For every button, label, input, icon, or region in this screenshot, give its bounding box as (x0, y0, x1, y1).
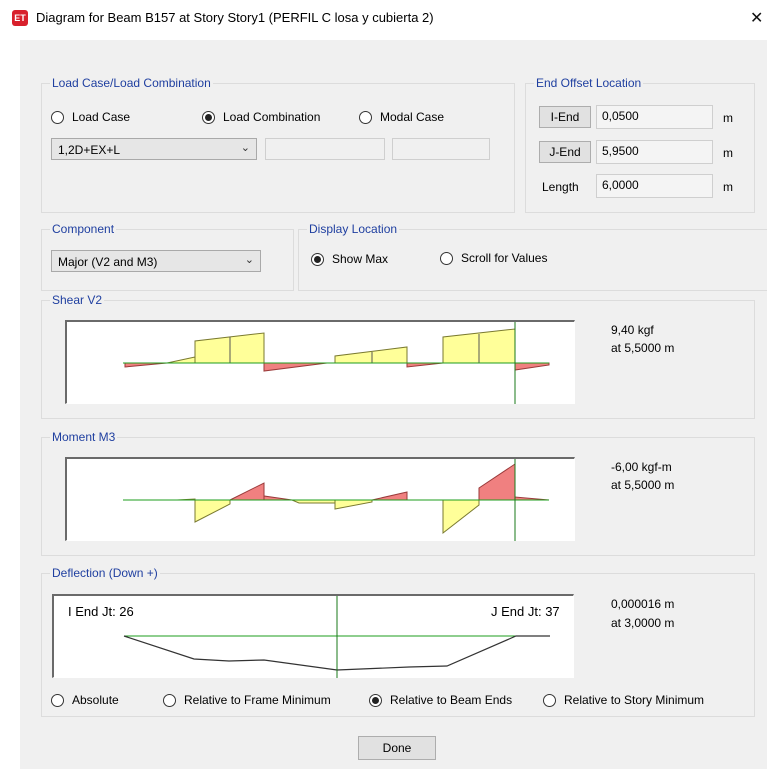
shear-diagram-svg (123, 322, 550, 404)
radio-modal-case-circle[interactable] (359, 110, 372, 124)
radio-scroll-values-label: Scroll for Values (461, 251, 548, 265)
deflection-max-value: 0,000016 m (611, 597, 675, 611)
moment-pos-5 (442, 499, 480, 535)
j-end-unit: m (723, 146, 733, 160)
length-unit: m (723, 180, 733, 194)
component-dropdown[interactable]: Major (V2 and M3) ⌄ (51, 250, 261, 272)
radio-show-max[interactable]: Show Max (311, 252, 388, 266)
radio-relative-beam-label: Relative to Beam Ends (390, 693, 513, 707)
radio-relative-beam[interactable]: Relative to Beam Ends (369, 693, 512, 707)
moment-neg-3 (371, 491, 408, 501)
radio-absolute-label: Absolute (72, 693, 119, 707)
done-button[interactable]: Done (358, 736, 436, 760)
dialog-body: Load Case/Load Combination Load Case Loa… (20, 40, 767, 769)
radio-relative-story-label: Relative to Story Minimum (564, 693, 705, 707)
j-end-button[interactable]: J-End (539, 141, 591, 163)
close-icon[interactable]: ✕ (750, 8, 763, 28)
shear-group-label: Shear V2 (50, 293, 105, 307)
radio-load-case-circle[interactable] (51, 110, 64, 124)
end-offset-group-label: End Offset Location (534, 76, 644, 90)
moment-diagram (65, 457, 575, 541)
radio-load-combination-label: Load Combination (223, 110, 321, 124)
shear-pos-3 (334, 346, 408, 364)
moment-diagram-svg (123, 459, 550, 541)
radio-modal-case[interactable]: Modal Case (359, 110, 444, 124)
moment-pos-2 (194, 499, 231, 523)
shear-max-location: at 5,5000 m (611, 341, 675, 355)
load-case-group: Load Case/Load Combination Load Case Loa… (41, 76, 515, 213)
radio-show-max-circle[interactable] (311, 252, 324, 266)
length-label: Length (542, 180, 579, 194)
deflection-diagram: I End Jt: 26 J End Jt: 37 (52, 594, 574, 678)
display-location-group: Display Location Show Max Scroll for Val… (298, 222, 767, 291)
load-case-group-label: Load Case/Load Combination (50, 76, 213, 90)
radio-load-case[interactable]: Load Case (51, 110, 130, 124)
i-end-value-field[interactable]: 0,0500 (596, 105, 713, 129)
radio-relative-beam-circle[interactable] (369, 693, 382, 707)
shear-neg-2 (263, 362, 328, 372)
moment-group: Moment M3 -6,00 kgf-m at 5,5000 m (41, 430, 755, 556)
radio-relative-frame-label: Relative to Frame Minimum (184, 693, 331, 707)
radio-absolute-circle[interactable] (51, 693, 64, 707)
chevron-down-icon: ⌄ (240, 142, 250, 154)
disabled-field-1 (265, 138, 385, 160)
title-bar: ET Diagram for Beam B157 at Story Story1… (0, 0, 767, 30)
moment-neg-1 (229, 482, 265, 501)
window-title: Diagram for Beam B157 at Story Story1 (P… (36, 10, 434, 25)
shear-diagram (65, 320, 575, 404)
radio-show-max-label: Show Max (332, 252, 389, 266)
load-combination-dropdown[interactable]: 1,2D+EX+L ⌄ (51, 138, 257, 160)
moment-neg-2 (263, 495, 293, 501)
end-offset-group: End Offset Location I-End 0,0500 m J-End… (525, 76, 755, 213)
moment-group-label: Moment M3 (50, 430, 118, 444)
radio-modal-case-label: Modal Case (380, 110, 445, 124)
length-value-field[interactable]: 6,0000 (596, 174, 713, 198)
deflection-max-location: at 3,0000 m (611, 616, 675, 630)
radio-load-combination-circle[interactable] (202, 110, 215, 124)
component-group-label: Component (50, 222, 117, 236)
deflection-group: Deflection (Down +) I End Jt: 26 J End J… (41, 566, 755, 717)
i-end-joint-label: I End Jt: 26 (68, 604, 134, 619)
radio-load-combination[interactable]: Load Combination (202, 110, 320, 124)
chevron-down-icon: ⌄ (244, 254, 254, 266)
radio-relative-frame[interactable]: Relative to Frame Minimum (163, 693, 331, 707)
radio-scroll-values[interactable]: Scroll for Values (440, 251, 547, 265)
moment-neg-4 (478, 463, 516, 501)
shear-group: Shear V2 9,40 kgf at 5,5000 m (41, 293, 755, 419)
shear-neg-4 (514, 362, 550, 371)
etabs-app-icon: ET (12, 10, 28, 26)
component-group: Component Major (V2 and M3) ⌄ (41, 222, 294, 291)
radio-relative-story[interactable]: Relative to Story Minimum (543, 693, 704, 707)
radio-relative-frame-circle[interactable] (163, 693, 176, 707)
moment-pos-4 (334, 499, 373, 510)
component-value: Major (V2 and M3) (58, 255, 158, 269)
disabled-field-2 (392, 138, 490, 160)
radio-absolute[interactable]: Absolute (51, 693, 119, 707)
radio-load-case-label: Load Case (72, 110, 131, 124)
j-end-value-field[interactable]: 5,9500 (596, 140, 713, 164)
moment-max-value: -6,00 kgf-m (611, 460, 672, 474)
shear-neg-3 (406, 362, 444, 368)
radio-relative-story-circle[interactable] (543, 693, 556, 707)
radio-scroll-values-circle[interactable] (440, 251, 453, 265)
i-end-button[interactable]: I-End (539, 106, 591, 128)
shear-max-value: 9,40 kgf (611, 323, 654, 337)
display-location-group-label: Display Location (307, 222, 400, 236)
load-combination-value: 1,2D+EX+L (58, 143, 121, 157)
j-end-joint-label: J End Jt: 37 (491, 604, 560, 619)
i-end-unit: m (723, 111, 733, 125)
moment-max-location: at 5,5000 m (611, 478, 675, 492)
shear-neg-1 (124, 362, 168, 368)
shear-pos-1 (166, 356, 196, 364)
deflection-group-label: Deflection (Down +) (50, 566, 160, 580)
